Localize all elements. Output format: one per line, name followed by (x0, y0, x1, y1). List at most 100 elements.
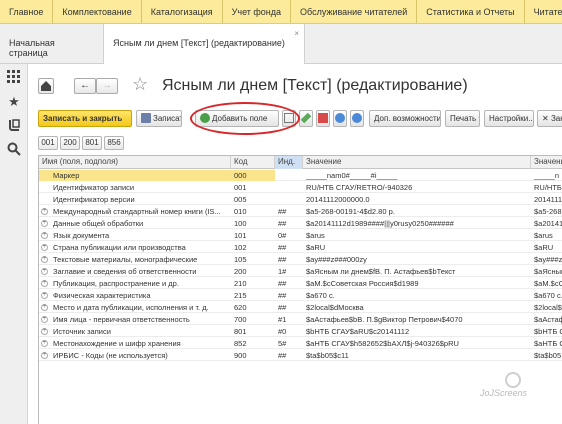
field-name-cell[interactable]: Идентификатор записи (39, 182, 231, 193)
delete-icon[interactable] (316, 110, 330, 127)
indicator-cell[interactable]: ## (275, 242, 303, 253)
table-row[interactable]: Имя лица - первичная ответственность 700 #… (39, 314, 562, 325)
table-row[interactable]: Идентификатор записи 001 RU/НТБ СГАУ/RETRO… (39, 182, 562, 193)
field-name-cell[interactable]: Маркер (39, 170, 231, 181)
menu-item-reader-service[interactable]: Обслуживание читателей (291, 0, 418, 23)
apps-grid-icon[interactable] (6, 70, 22, 86)
table-row[interactable]: Маркер 000 _____nam0#_____#i_____ _____n (39, 170, 562, 181)
field-code-cell[interactable]: 900 (231, 350, 275, 361)
column-header-value[interactable]: Значение (303, 156, 531, 169)
forward-button[interactable]: → (96, 78, 118, 94)
field-code-cell[interactable]: 101 (231, 230, 275, 241)
table-row[interactable]: Источник записи 801 #0 $bНТБ СГАУ$aRU$c2014… (39, 326, 562, 337)
field-value-cell-2[interactable]: $a670 с. (531, 290, 562, 301)
field-code-cell[interactable]: 102 (231, 242, 275, 253)
table-row[interactable]: Место и дата публикации, исполнения и т.… (39, 302, 562, 313)
field-code-cell[interactable]: 100 (231, 218, 275, 229)
field-value-cell-2[interactable]: _____n (531, 170, 562, 181)
field-tag-button[interactable]: 856 (104, 136, 124, 150)
field-value-cell[interactable]: $ta$b05$c11 (303, 350, 531, 361)
table-row[interactable]: Заглавие и сведения об ответственности 20… (39, 266, 562, 277)
field-name-cell[interactable]: Идентификатор версии (39, 194, 231, 205)
field-value-cell[interactable]: $2local$dМосква (303, 302, 531, 313)
field-name-cell[interactable]: Заглавие и сведения об ответственности (39, 266, 231, 277)
indicator-cell[interactable]: 5# (275, 338, 303, 349)
move-down-icon[interactable] (350, 110, 364, 127)
field-name-cell[interactable]: Язык документа (39, 230, 231, 241)
menu-item-fund-accounting[interactable]: Учет фонда (223, 0, 292, 23)
indicator-cell[interactable]: ## (275, 218, 303, 229)
field-code-cell[interactable]: 620 (231, 302, 275, 313)
table-row[interactable]: Текстовые материалы, монографические 105 #… (39, 254, 562, 265)
expand-plus-icon[interactable]: + (41, 280, 48, 287)
field-code-cell[interactable]: 700 (231, 314, 275, 325)
field-value-cell-2[interactable]: $aНТБ С (531, 338, 562, 349)
more-options-dropdown[interactable]: Доп. возможности ▾ (369, 110, 441, 127)
field-name-cell[interactable]: Текстовые материалы, монографические (39, 254, 231, 265)
field-value-cell[interactable]: _____nam0#_____#i_____ (303, 170, 531, 181)
field-value-cell-2[interactable]: $arus (531, 230, 562, 241)
menu-item-cataloging[interactable]: Каталогизация (142, 0, 223, 23)
field-code-cell[interactable]: 200 (231, 266, 275, 277)
field-code-cell[interactable]: 210 (231, 278, 275, 289)
expand-plus-icon[interactable]: + (41, 328, 48, 335)
table-row[interactable]: Публикация, распространение и др. 210 ## $a… (39, 278, 562, 289)
indicator-cell[interactable] (275, 170, 303, 181)
field-value-cell-2[interactable]: $aRU (531, 242, 562, 253)
field-value-cell[interactable]: $aЯсным ли днем$fВ. П. Астафьев$bТекст (303, 266, 531, 277)
expand-plus-icon[interactable]: + (41, 304, 48, 311)
menu-item-acquisition[interactable]: Комплектование (53, 0, 142, 23)
field-value-cell[interactable]: $aRU (303, 242, 531, 253)
field-name-cell[interactable]: Местонахождение и шифр хранения (39, 338, 231, 349)
field-name-cell[interactable]: Международный стандартный номер книги (I… (39, 206, 231, 217)
expand-plus-icon[interactable]: + (41, 292, 48, 299)
field-value-cell-2[interactable]: $ta$b05 (531, 350, 562, 361)
tab-document-edit[interactable]: Ясным ли днем [Текст] (редактирование) × (104, 24, 305, 65)
field-tag-button[interactable]: 801 (82, 136, 102, 150)
field-value-cell[interactable]: 20141112000000.0 (303, 194, 531, 205)
field-value-cell-2[interactable]: $a20141 (531, 218, 562, 229)
indicator-cell[interactable] (275, 182, 303, 193)
field-value-cell[interactable]: $a20141112d1989####|||y0rusy0250###### (303, 218, 531, 229)
move-up-icon[interactable] (333, 110, 347, 127)
indicator-cell[interactable]: ## (275, 350, 303, 361)
field-code-cell[interactable]: 001 (231, 182, 275, 193)
indicator-cell[interactable]: #1 (275, 314, 303, 325)
favorites-star-icon[interactable]: ★ (6, 94, 22, 110)
indicator-cell[interactable] (275, 194, 303, 205)
home-icon[interactable] (38, 78, 54, 94)
field-code-cell[interactable]: 005 (231, 194, 275, 205)
field-tag-button[interactable]: 200 (60, 136, 80, 150)
expand-plus-icon[interactable]: + (41, 256, 48, 263)
favorite-star-icon[interactable]: ☆ (132, 74, 148, 95)
column-header-code[interactable]: Код (231, 156, 275, 169)
field-name-cell[interactable]: Данные общей обработки (39, 218, 231, 229)
field-code-cell[interactable]: 852 (231, 338, 275, 349)
menu-item-main[interactable]: Главное (0, 0, 54, 23)
tab-home-page[interactable]: Начальная страница (0, 24, 104, 64)
column-header-name[interactable]: Имя (поля, подполя) (39, 156, 231, 169)
field-tag-button[interactable]: 001 (38, 136, 58, 150)
field-value-cell-2[interactable]: 2014111 (531, 194, 562, 205)
field-code-cell[interactable]: 105 (231, 254, 275, 265)
expand-plus-icon[interactable]: + (41, 208, 48, 215)
field-code-cell[interactable]: 801 (231, 326, 275, 337)
field-value-cell-2[interactable]: $aАстаф (531, 314, 562, 325)
indicator-cell[interactable]: #0 (275, 326, 303, 337)
field-value-cell[interactable]: $a5-268-00191-4$d2.80 р. (303, 206, 531, 217)
field-value-cell-2[interactable]: RU/НТБ (531, 182, 562, 193)
indicator-cell[interactable]: ## (275, 278, 303, 289)
search-icon[interactable] (6, 142, 22, 158)
field-value-cell[interactable]: $ay###z###000zy (303, 254, 531, 265)
menu-item-readers[interactable]: Читате (525, 0, 562, 23)
field-value-cell[interactable]: $aАстафьев$bВ. П.$gВиктор Петрович$4070 (303, 314, 531, 325)
field-value-cell-2[interactable]: $a5-268 (531, 206, 562, 217)
indicator-cell[interactable]: ## (275, 290, 303, 301)
field-name-cell[interactable]: Публикация, распространение и др. (39, 278, 231, 289)
expand-plus-icon[interactable]: + (41, 220, 48, 227)
expand-plus-icon[interactable]: + (41, 244, 48, 251)
indicator-cell[interactable]: 1# (275, 266, 303, 277)
field-value-cell[interactable]: $aНТБ СГАУ$h582652$bАХЛ$j-940326$pRU (303, 338, 531, 349)
settings-button[interactable]: Настройки... (484, 110, 534, 127)
column-header-value-2[interactable]: Значение (531, 156, 562, 169)
